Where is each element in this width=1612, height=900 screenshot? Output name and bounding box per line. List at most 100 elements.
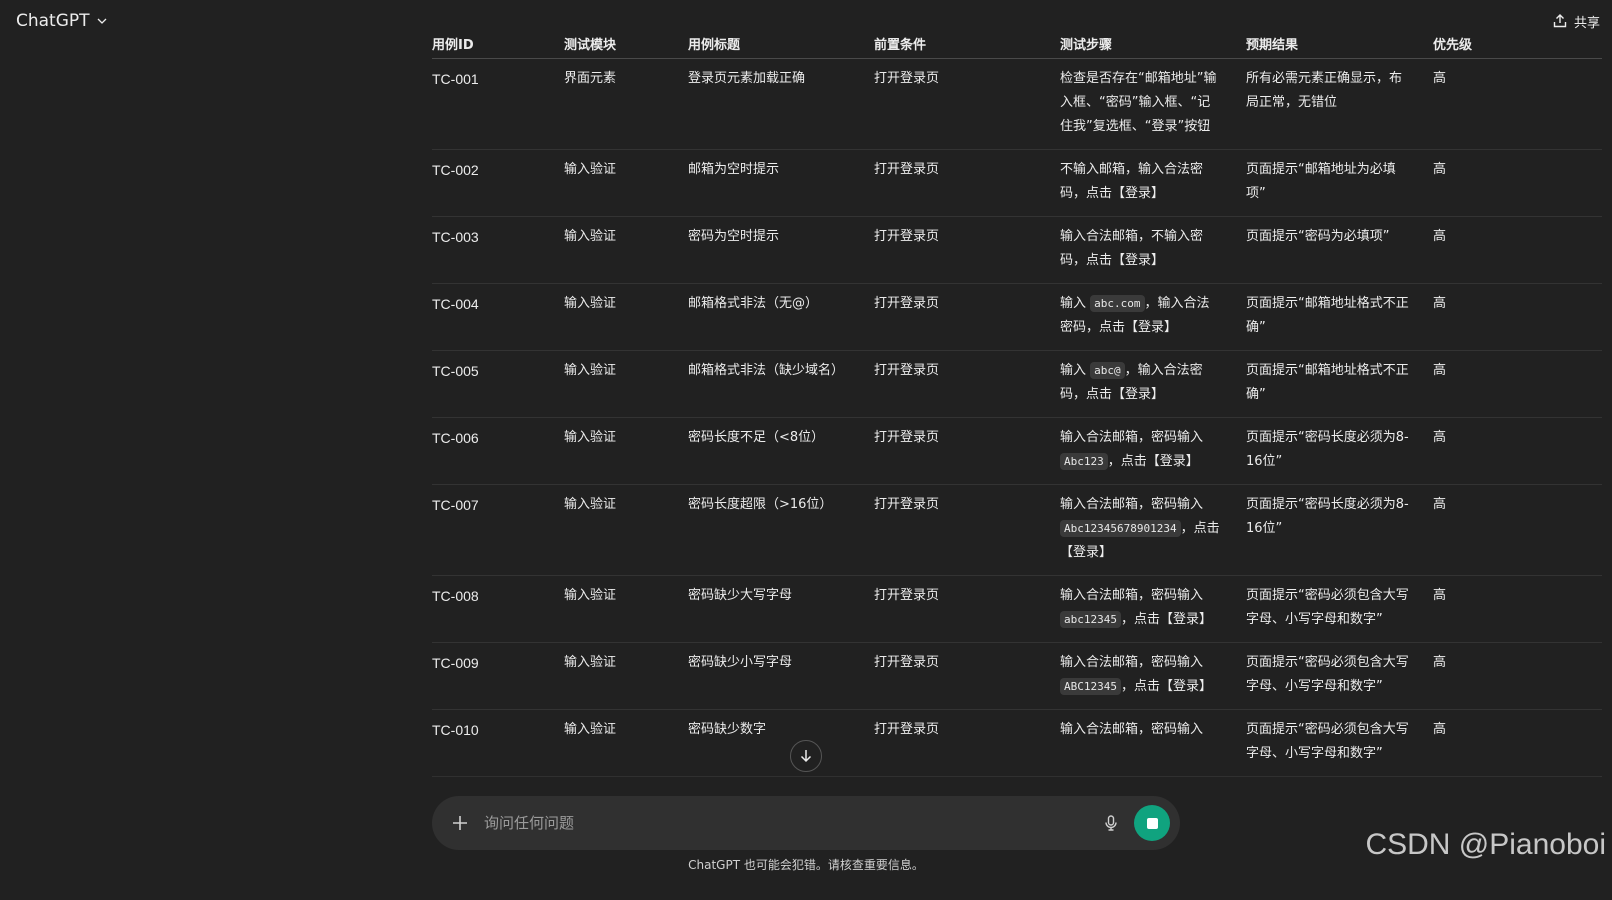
disclaimer-text: ChatGPT 也可能会犯错。请核查重要信息。 xyxy=(688,858,924,872)
message-composer xyxy=(432,796,1180,850)
test-case-id: TC-004 xyxy=(432,283,564,351)
chevron-down-icon xyxy=(97,18,107,24)
test-title: 密码缺少大写字母 xyxy=(688,575,874,643)
test-case-id: TC-003 xyxy=(432,216,564,284)
test-module: 输入验证 xyxy=(564,216,688,284)
test-steps: 输入 abc@ ，输入合法密码，点击【登录】 xyxy=(1060,350,1246,418)
test-case-id: TC-006 xyxy=(432,417,564,485)
test-module: 界面元素 xyxy=(564,58,688,150)
share-icon xyxy=(1553,14,1567,28)
test-module: 输入验证 xyxy=(564,283,688,351)
precondition: 打开登录页 xyxy=(874,484,1060,576)
inline-code: Abc12345678901234 xyxy=(1060,519,1181,537)
column-header: 用例标题 xyxy=(688,30,874,59)
test-title: 密码长度不足（<8位） xyxy=(688,417,874,485)
priority: 高 xyxy=(1433,58,1602,150)
test-steps: 不输入邮箱，输入合法密码，点击【登录】 xyxy=(1060,149,1246,217)
inline-code: abc12345 xyxy=(1060,610,1121,628)
test-case-id: TC-010 xyxy=(432,709,564,777)
table-row: TC-008 输入验证 密码缺少大写字母 打开登录页 输入合法邮箱，密码输入 abc12… xyxy=(432,575,1602,643)
table-header-row: 用例ID 测试模块 用例标题 前置条件 测试步骤 预期结果 优先级 xyxy=(432,30,1602,59)
table-row: TC-007 输入验证 密码长度超限（>16位） 打开登录页 输入合法邮箱，密码输入 A… xyxy=(432,484,1602,576)
column-header: 前置条件 xyxy=(874,30,1060,59)
priority: 高 xyxy=(1433,709,1602,777)
test-case-id: TC-007 xyxy=(432,484,564,576)
table-row: TC-010 输入验证 密码缺少数字 打开登录页 输入合法邮箱，密码输入 页面提示“密码必… xyxy=(432,709,1602,777)
test-title: 密码为空时提示 xyxy=(688,216,874,284)
test-steps: 输入合法邮箱，密码输入 abc12345 ，点击【登录】 xyxy=(1060,575,1246,643)
step-text: 输入合法邮箱，密码输入 xyxy=(1060,721,1204,737)
test-title: 邮箱为空时提示 xyxy=(688,149,874,217)
expected-result: 所有必需元素正确显示，布局正常，无错位 xyxy=(1246,58,1433,150)
test-module: 输入验证 xyxy=(564,709,688,777)
table-row: TC-009 输入验证 密码缺少小写字母 打开登录页 输入合法邮箱，密码输入 ABC12… xyxy=(432,642,1602,710)
test-module: 输入验证 xyxy=(564,149,688,217)
expected-result: 页面提示“邮箱地址为必填项” xyxy=(1246,149,1433,217)
test-case-id: TC-008 xyxy=(432,575,564,643)
test-case-id: TC-001 xyxy=(432,58,564,150)
expected-result: 页面提示“密码必须包含大写字母、小写字母和数字” xyxy=(1246,642,1433,710)
column-header: 预期结果 xyxy=(1246,30,1433,59)
priority: 高 xyxy=(1433,149,1602,217)
precondition: 打开登录页 xyxy=(874,216,1060,284)
test-steps: 检查是否存在“邮箱地址”输入框、“密码”输入框、“记住我”复选框、“登录”按钮 xyxy=(1060,58,1246,150)
expected-result: 页面提示“邮箱地址格式不正确” xyxy=(1246,283,1433,351)
step-text: ，点击【登录】 xyxy=(1120,611,1212,627)
inline-code: Abc123 xyxy=(1060,452,1108,470)
microphone-icon[interactable] xyxy=(1102,814,1120,832)
test-module: 输入验证 xyxy=(564,350,688,418)
table-row: TC-005 输入验证 邮箱格式非法（缺少域名） 打开登录页 输入 abc@ ，输入合法密… xyxy=(432,350,1602,418)
step-text: 输入合法邮箱，密码输入 xyxy=(1060,587,1204,603)
expected-result: 页面提示“邮箱地址格式不正确” xyxy=(1246,350,1433,418)
watermark: CSDN @Pianoboi xyxy=(1365,828,1606,861)
share-button[interactable]: 共享 xyxy=(1552,12,1600,31)
scroll-to-bottom-button[interactable] xyxy=(790,740,822,772)
test-case-id: TC-002 xyxy=(432,149,564,217)
column-header: 测试模块 xyxy=(564,30,688,59)
step-text: 输入合法邮箱，密码输入 xyxy=(1060,654,1204,670)
priority: 高 xyxy=(1433,216,1602,284)
test-title: 密码缺少数字 xyxy=(688,709,874,777)
step-text: 不输入邮箱，输入合法密码，点击【登录】 xyxy=(1060,161,1204,201)
column-header: 测试步骤 xyxy=(1060,30,1246,59)
expected-result: 页面提示“密码长度必须为8-16位” xyxy=(1246,417,1433,485)
precondition: 打开登录页 xyxy=(874,149,1060,217)
plus-icon[interactable] xyxy=(450,813,470,833)
table-row: TC-004 输入验证 邮箱格式非法（无@） 打开登录页 输入 abc.com ，输入合法… xyxy=(432,283,1602,351)
stop-generating-button[interactable] xyxy=(1134,805,1170,841)
precondition: 打开登录页 xyxy=(874,642,1060,710)
test-module: 输入验证 xyxy=(564,575,688,643)
message-input[interactable] xyxy=(484,814,1102,832)
test-module: 输入验证 xyxy=(564,642,688,710)
test-title: 登录页元素加载正确 xyxy=(688,58,874,150)
step-text: ，点击【登录】 xyxy=(1107,453,1199,469)
test-module: 输入验证 xyxy=(564,484,688,576)
precondition: 打开登录页 xyxy=(874,575,1060,643)
expected-result: 页面提示“密码为必填项” xyxy=(1246,216,1433,284)
model-selector[interactable]: ChatGPT xyxy=(16,11,108,31)
precondition: 打开登录页 xyxy=(874,709,1060,777)
test-title: 密码长度超限（>16位） xyxy=(688,484,874,576)
step-text: 输入 xyxy=(1060,295,1091,311)
arrow-down-icon xyxy=(800,750,812,763)
test-steps: 输入合法邮箱，密码输入 ABC12345 ，点击【登录】 xyxy=(1060,642,1246,710)
priority: 高 xyxy=(1433,350,1602,418)
test-steps: 输入合法邮箱，密码输入 Abc123 ，点击【登录】 xyxy=(1060,417,1246,485)
model-label: ChatGPT xyxy=(16,11,90,31)
step-text: 输入 xyxy=(1060,362,1091,378)
table-body: TC-001 界面元素 登录页元素加载正确 打开登录页 检查是否存在“邮箱地址”输入框、… xyxy=(432,58,1602,777)
step-text: 检查是否存在“邮箱地址”输入框、“密码”输入框、“记住我”复选框、“登录”按钮 xyxy=(1060,70,1217,134)
stop-icon xyxy=(1146,817,1158,829)
test-title: 邮箱格式非法（无@） xyxy=(688,283,874,351)
test-module: 输入验证 xyxy=(564,417,688,485)
table-row: TC-001 界面元素 登录页元素加载正确 打开登录页 检查是否存在“邮箱地址”输入框、… xyxy=(432,58,1602,150)
expected-result: 页面提示“密码必须包含大写字母、小写字母和数字” xyxy=(1246,575,1433,643)
share-label: 共享 xyxy=(1573,15,1600,31)
test-title: 密码缺少小写字母 xyxy=(688,642,874,710)
priority: 高 xyxy=(1433,484,1602,576)
table-row: TC-002 输入验证 邮箱为空时提示 打开登录页 不输入邮箱，输入合法密码，点击【登录… xyxy=(432,149,1602,217)
expected-result: 页面提示“密码长度必须为8-16位” xyxy=(1246,484,1433,576)
table-row: TC-003 输入验证 密码为空时提示 打开登录页 输入合法邮箱，不输入密码，点击【登录… xyxy=(432,216,1602,284)
precondition: 打开登录页 xyxy=(874,350,1060,418)
inline-code: abc@ xyxy=(1090,361,1125,379)
